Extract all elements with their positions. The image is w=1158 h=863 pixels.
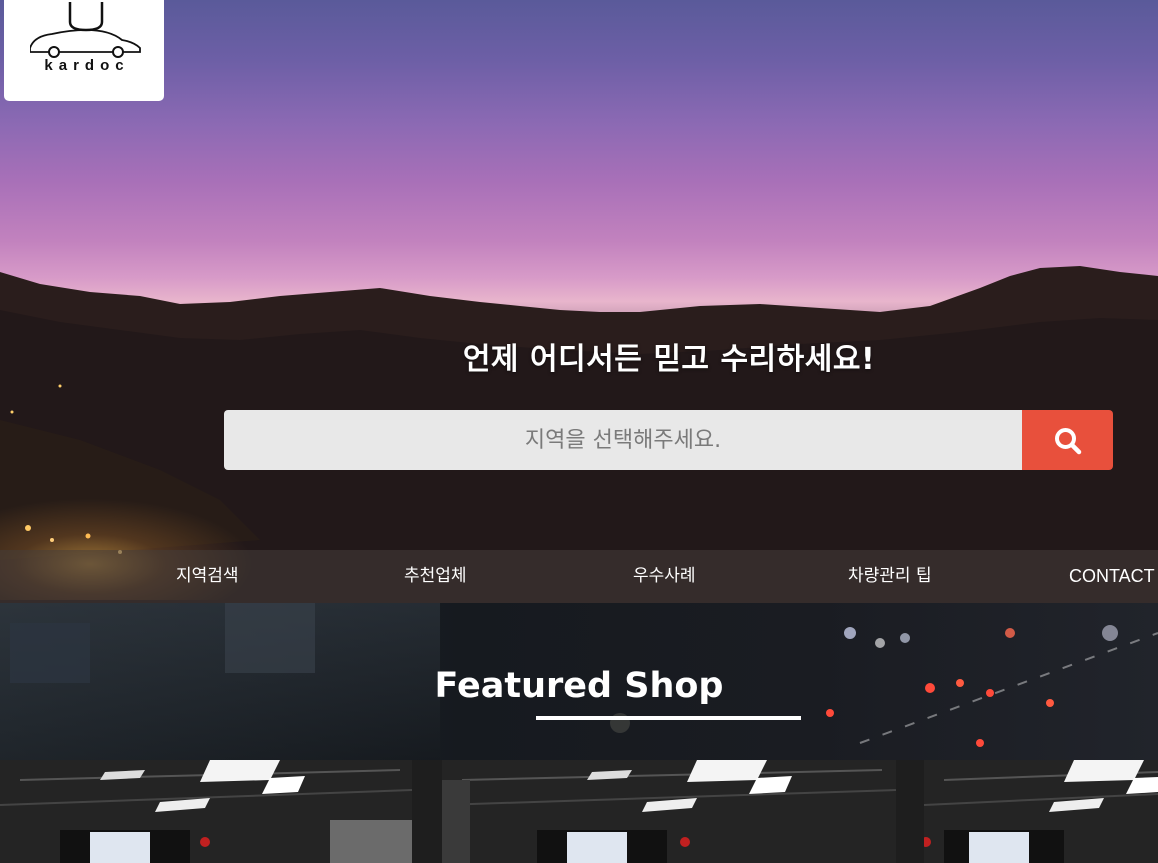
region-search-input[interactable]	[224, 410, 1022, 470]
garage-photo	[0, 760, 412, 863]
nav-item-region-search[interactable]: 지역검색	[176, 550, 239, 603]
card-gap	[896, 760, 924, 863]
card-gap	[412, 760, 442, 863]
garage-photo	[924, 760, 1158, 863]
car-stethoscope-icon	[30, 2, 141, 58]
nav-item-car-care-tips[interactable]: 차량관리 팁	[848, 550, 932, 603]
hero-banner	[0, 0, 1158, 603]
search-button[interactable]	[1022, 410, 1113, 470]
featured-shop-card[interactable]	[442, 760, 896, 863]
nav-item-contact[interactable]: CONTACT	[1069, 550, 1155, 603]
hero-headline: 언제 어디서든 믿고 수리하세요!	[462, 342, 876, 377]
logo[interactable]: kardoc	[4, 0, 164, 101]
featured-title: Featured Shop	[434, 666, 724, 706]
title-underline	[536, 716, 801, 720]
featured-shop-card[interactable]	[924, 760, 1158, 863]
nav-item-best-cases[interactable]: 우수사례	[633, 550, 696, 603]
logo-text: kardoc	[44, 57, 130, 74]
featured-shop-card[interactable]	[0, 760, 412, 863]
featured-section: Featured Shop	[0, 603, 1158, 760]
search-icon	[1055, 428, 1082, 455]
garage-photo	[442, 760, 896, 863]
nav-item-recommended[interactable]: 추천업체	[404, 550, 467, 603]
main-nav: 지역검색 추천업체 우수사례 차량관리 팁 CONTACT	[0, 550, 1158, 604]
